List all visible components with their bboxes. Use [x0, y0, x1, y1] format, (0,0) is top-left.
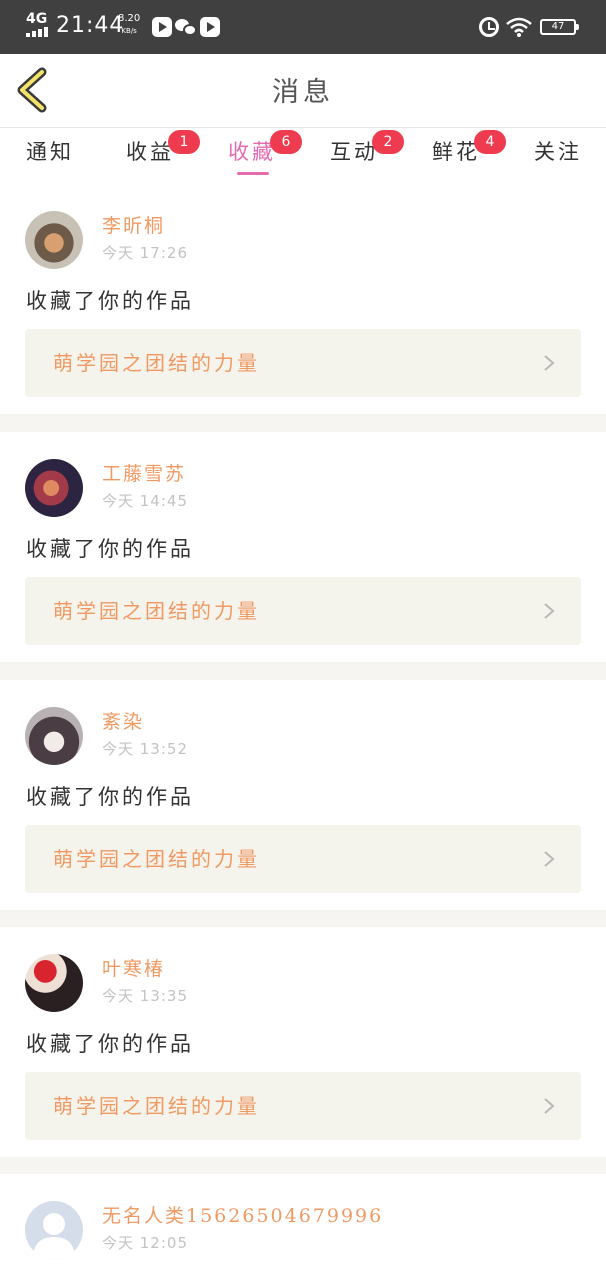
tab-label: 收益 — [126, 140, 174, 164]
battery-icon: 47 — [540, 19, 579, 35]
tab-label: 收藏 — [228, 140, 276, 164]
tab-earnings[interactable]: 收益 1 — [126, 130, 200, 166]
username[interactable]: 紊染 — [102, 710, 144, 734]
chevron-right-icon — [544, 355, 555, 371]
work-link[interactable]: 萌学园之团结的力量 — [25, 577, 581, 645]
work-link[interactable]: 萌学园之团结的力量 — [25, 1072, 581, 1140]
chevron-right-icon — [544, 851, 555, 867]
username[interactable]: 无名人类15626504679996 — [102, 1204, 383, 1228]
work-title: 萌学园之团结的力量 — [53, 599, 260, 623]
tab-label: 关注 — [534, 140, 582, 164]
wechat-icon — [175, 17, 197, 37]
avatar[interactable] — [25, 211, 83, 269]
tab-bar: 通知 收益 1 收藏 6 互动 2 鲜花 4 关注 — [0, 128, 606, 186]
message-time: 今天 17:26 — [102, 244, 188, 262]
message-time: 今天 13:52 — [102, 740, 188, 758]
tab-badge: 6 — [270, 130, 302, 154]
username[interactable]: 工藤雪苏 — [102, 462, 186, 486]
message-action: 收藏了你的作品 — [26, 785, 194, 809]
chevron-right-icon — [544, 1098, 555, 1114]
tab-interactions[interactable]: 互动 2 — [330, 130, 404, 166]
username[interactable]: 李昕桐 — [102, 214, 165, 238]
tab-favorites[interactable]: 收藏 6 — [228, 130, 302, 166]
speed-value: 8.20 — [118, 13, 141, 24]
message-action: 收藏了你的作品 — [26, 537, 194, 561]
speed-unit: KB/s — [121, 27, 137, 35]
work-title: 萌学园之团结的力量 — [53, 847, 260, 871]
tab-label: 互动 — [330, 140, 378, 164]
clock: 21:44 — [56, 13, 125, 38]
work-title: 萌学园之团结的力量 — [53, 351, 260, 375]
tab-badge: 2 — [372, 130, 404, 154]
message-card: 无名人类15626504679996 今天 12:05 — [0, 1174, 606, 1280]
message-time: 今天 12:05 — [102, 1234, 188, 1252]
page-title: 消息 — [272, 77, 334, 108]
tab-notifications[interactable]: 通知 — [26, 138, 74, 166]
tab-badge: 4 — [474, 130, 506, 154]
network-speed: 8.20 KB/s — [118, 13, 140, 37]
message-card: 叶寒椿 今天 13:35 收藏了你的作品 萌学园之团结的力量 — [0, 927, 606, 1157]
alarm-icon — [479, 17, 499, 37]
status-bar: 4G 21:44 8.20 KB/s 47 — [0, 0, 606, 54]
header: 消息 — [0, 54, 606, 128]
wifi-icon — [506, 17, 532, 37]
work-link[interactable]: 萌学园之团结的力量 — [25, 329, 581, 397]
tab-label: 通知 — [26, 140, 74, 164]
message-action: 收藏了你的作品 — [26, 1032, 194, 1056]
avatar[interactable] — [25, 707, 83, 765]
work-title: 萌学园之团结的力量 — [53, 1094, 260, 1118]
tab-label: 鲜花 — [432, 140, 480, 164]
work-link[interactable]: 萌学园之团结的力量 — [25, 825, 581, 893]
avatar[interactable] — [25, 954, 83, 1012]
chevron-right-icon — [544, 603, 555, 619]
video-app-icon — [200, 17, 220, 37]
message-card: 工藤雪苏 今天 14:45 收藏了你的作品 萌学园之团结的力量 — [0, 432, 606, 662]
avatar[interactable] — [25, 459, 83, 517]
message-card: 紊染 今天 13:52 收藏了你的作品 萌学园之团结的力量 — [0, 680, 606, 910]
tab-badge: 1 — [168, 130, 200, 154]
message-time: 今天 14:45 — [102, 492, 188, 510]
video-app-icon — [152, 17, 172, 37]
default-avatar-icon[interactable] — [25, 1201, 83, 1259]
message-action: 收藏了你的作品 — [26, 289, 194, 313]
tab-flowers[interactable]: 鲜花 4 — [432, 130, 506, 166]
battery-level: 47 — [551, 21, 565, 32]
message-time: 今天 13:35 — [102, 987, 188, 1005]
tab-follows[interactable]: 关注 — [534, 138, 582, 166]
username[interactable]: 叶寒椿 — [102, 957, 165, 981]
message-card: 李昕桐 今天 17:26 收藏了你的作品 萌学园之团结的力量 — [0, 184, 606, 414]
network-type: 4G — [26, 11, 48, 27]
active-tab-indicator — [237, 172, 269, 175]
signal-icon — [26, 27, 48, 37]
